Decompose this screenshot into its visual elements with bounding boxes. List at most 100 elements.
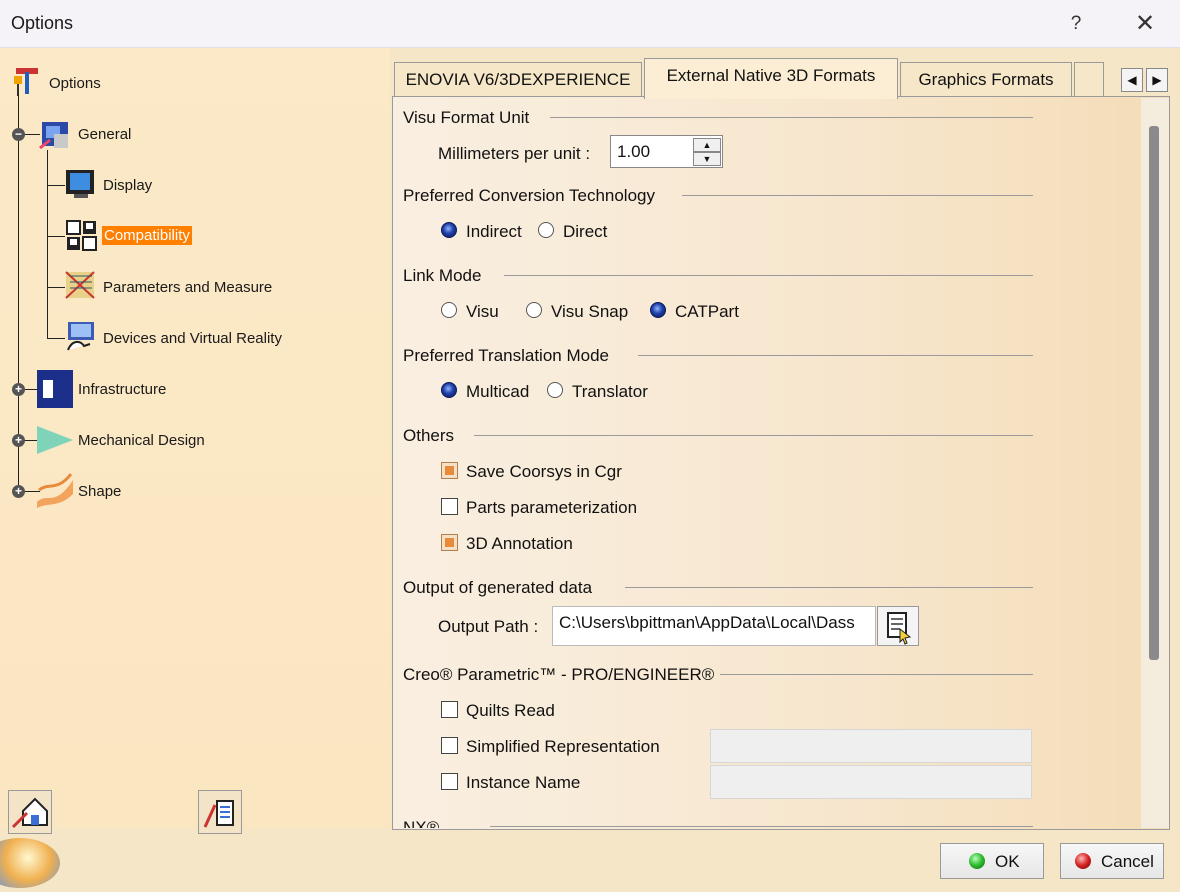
- group-translation-mode: Preferred Translation Mode: [403, 346, 609, 365]
- tab-scroll-left-button[interactable]: ◀: [1121, 68, 1143, 92]
- radio-multicad[interactable]: [441, 382, 457, 398]
- radio-catpart[interactable]: [650, 302, 666, 318]
- tab-overflow-partial[interactable]: [1074, 62, 1104, 98]
- checkbox-instance-name-label[interactable]: Instance Name: [466, 773, 580, 793]
- help-button[interactable]: ?: [1062, 8, 1090, 40]
- options-root-icon: [14, 68, 38, 96]
- group-conversion-technology: Preferred Conversion Technology: [403, 186, 655, 205]
- group-divider: [638, 355, 1033, 356]
- radio-visu-snap[interactable]: [526, 302, 542, 318]
- tree-item-general[interactable]: General: [78, 126, 131, 143]
- ok-green-dot-icon: [969, 853, 985, 869]
- group-output-generated-data: Output of generated data: [403, 578, 593, 597]
- group-divider: [504, 275, 1033, 276]
- radio-translator[interactable]: [547, 382, 563, 398]
- checkbox-save-coorsys[interactable]: [441, 462, 458, 479]
- tree-item-parameters-measure[interactable]: Parameters and Measure: [103, 279, 272, 296]
- checkbox-quilts-read-label[interactable]: Quilts Read: [466, 701, 555, 721]
- checkbox-instance-name[interactable]: [441, 773, 458, 790]
- radio-multicad-label[interactable]: Multicad: [466, 382, 529, 402]
- cancel-label: Cancel: [1101, 852, 1154, 871]
- ok-label: OK: [995, 852, 1020, 871]
- checkbox-simplified-representation-label[interactable]: Simplified Representation: [466, 737, 660, 757]
- radio-catpart-label[interactable]: CATPart: [675, 302, 739, 322]
- spinner-up-button[interactable]: ▲: [693, 138, 721, 152]
- group-divider: [490, 826, 1033, 827]
- tree-item-infrastructure[interactable]: Infrastructure: [78, 381, 166, 398]
- tree-item-devices-vr[interactable]: Devices and Virtual Reality: [103, 330, 282, 347]
- millimeters-per-unit-value[interactable]: 1.00: [617, 142, 650, 162]
- tree-item-mechanical-design[interactable]: Mechanical Design: [78, 432, 205, 449]
- checkbox-save-coorsys-label[interactable]: Save Coorsys in Cgr: [466, 462, 622, 482]
- options-tree: Options − General Display Compatibility …: [0, 48, 390, 888]
- shape-icon: [37, 473, 73, 508]
- infrastructure-icon: [37, 370, 73, 408]
- export-settings-button[interactable]: [198, 790, 242, 834]
- group-divider: [550, 117, 1033, 118]
- millimeters-per-unit-spinner[interactable]: 1.00 ▲ ▼: [610, 135, 723, 168]
- group-divider: [720, 674, 1033, 675]
- output-path-field[interactable]: C:\Users\bpittman\AppData\Local\Dass: [552, 606, 876, 646]
- tree-item-display[interactable]: Display: [103, 177, 152, 194]
- nx-group-clip: NX®: [392, 812, 1142, 828]
- radio-direct-label[interactable]: Direct: [563, 222, 607, 242]
- tab-graphics-formats[interactable]: Graphics Formats: [900, 62, 1072, 98]
- general-collapse-toggle[interactable]: −: [12, 128, 25, 141]
- group-divider: [682, 195, 1033, 196]
- title-bar: Options ? ✕: [0, 0, 1180, 48]
- group-link-mode: Link Mode: [403, 266, 482, 285]
- tree-connector: [47, 236, 65, 237]
- checkbox-parts-parameterization[interactable]: [441, 498, 458, 515]
- checkbox-3d-annotation-label[interactable]: 3D Annotation: [466, 534, 573, 554]
- tree-root-options[interactable]: Options: [49, 75, 101, 92]
- group-visu-format-unit: Visu Format Unit: [403, 108, 530, 127]
- cancel-red-dot-icon: [1075, 853, 1091, 869]
- mechanical-design-expand-toggle[interactable]: +: [12, 434, 25, 447]
- export-settings-icon: [203, 800, 234, 828]
- simplified-representation-field: [710, 729, 1032, 763]
- mechanical-design-icon: [37, 426, 73, 454]
- tree-item-shape[interactable]: Shape: [78, 483, 121, 500]
- tab-strip: ENOVIA V6/3DEXPERIENCE External Native 3…: [390, 56, 1180, 99]
- radio-indirect-label[interactable]: Indirect: [466, 222, 522, 242]
- general-icon: [39, 122, 68, 150]
- checkbox-3d-annotation[interactable]: [441, 534, 458, 551]
- tab-scroll-right-button[interactable]: ▶: [1146, 68, 1168, 92]
- corner-orb-decoration: [0, 838, 60, 888]
- tree-item-compatibility[interactable]: Compatibility: [102, 226, 192, 245]
- group-creo-parametric: Creo® Parametric™ - PRO/ENGINEER®: [403, 665, 715, 684]
- tab-external-native-3d-formats[interactable]: External Native 3D Formats: [644, 58, 898, 99]
- browse-folder-icon: [887, 612, 912, 645]
- group-divider: [474, 435, 1033, 436]
- radio-visu[interactable]: [441, 302, 457, 318]
- close-button[interactable]: ✕: [1128, 8, 1162, 40]
- browse-output-path-button[interactable]: [877, 606, 919, 646]
- cancel-button[interactable]: Cancel: [1060, 843, 1164, 879]
- radio-indirect[interactable]: [441, 222, 457, 238]
- ok-button[interactable]: OK: [940, 843, 1044, 879]
- reset-home-icon: [11, 797, 48, 829]
- group-nx: NX®: [403, 818, 440, 828]
- reset-options-button[interactable]: [8, 790, 52, 834]
- radio-translator-label[interactable]: Translator: [572, 382, 648, 402]
- shape-expand-toggle[interactable]: +: [12, 485, 25, 498]
- parameters-measure-icon: [65, 271, 95, 299]
- checkbox-simplified-representation[interactable]: [441, 737, 458, 754]
- tree-connector: [47, 287, 65, 288]
- tree-connector: [47, 338, 65, 339]
- tree-connector: [47, 185, 65, 186]
- radio-visu-label[interactable]: Visu: [466, 302, 499, 322]
- group-others: Others: [403, 426, 455, 445]
- tab-enovia[interactable]: ENOVIA V6/3DEXPERIENCE: [394, 62, 642, 98]
- radio-visu-snap-label[interactable]: Visu Snap: [551, 302, 628, 322]
- infrastructure-expand-toggle[interactable]: +: [12, 383, 25, 396]
- output-path-label: Output Path :: [438, 617, 539, 636]
- group-divider: [625, 587, 1033, 588]
- checkbox-quilts-read[interactable]: [441, 701, 458, 718]
- millimeters-per-unit-label: Millimeters per unit :: [438, 144, 591, 163]
- spinner-down-button[interactable]: ▼: [693, 152, 721, 166]
- checkbox-parts-parameterization-label[interactable]: Parts parameterization: [466, 498, 637, 518]
- radio-direct[interactable]: [538, 222, 554, 238]
- compatibility-icon: [66, 220, 97, 251]
- scrollbar-thumb[interactable]: [1149, 126, 1159, 660]
